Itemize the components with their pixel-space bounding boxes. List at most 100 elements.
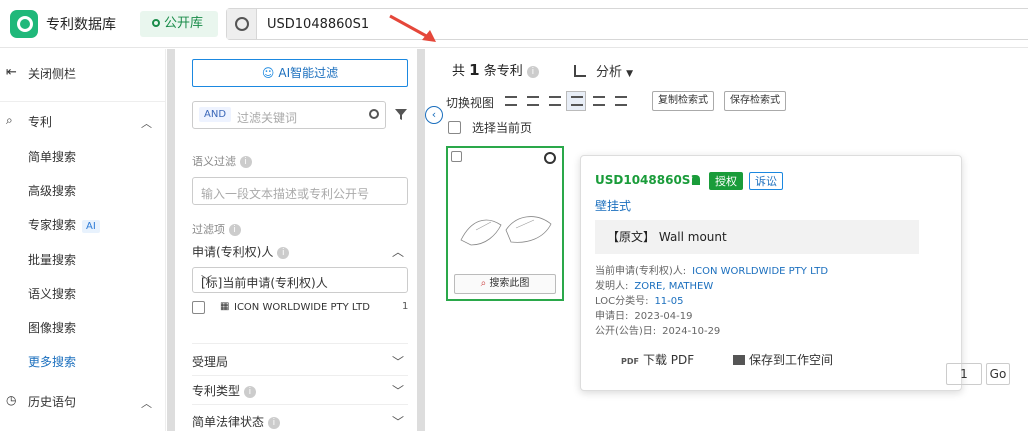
- publication-date-row: 公开(公告)日: 2024-10-29: [595, 326, 721, 337]
- result-checkbox[interactable]: [451, 151, 462, 162]
- sidebar-item-patent[interactable]: ⌕ 专利 ︿: [0, 113, 166, 133]
- library-button[interactable]: 公开库: [140, 11, 218, 37]
- analysis-label: 分析: [596, 65, 623, 80]
- sidebar-item-label: 专利: [28, 115, 53, 129]
- divider: [192, 404, 408, 405]
- zoom-icon[interactable]: [544, 152, 556, 164]
- sidebar-item-advanced-search[interactable]: 高级搜索: [0, 182, 166, 202]
- divider: [0, 101, 166, 102]
- filing-date-row: 申请日: 2023-04-19: [595, 311, 693, 322]
- folder-icon: [733, 355, 745, 365]
- compare-view-button[interactable]: [588, 91, 608, 111]
- grid-view-button[interactable]: [566, 91, 586, 111]
- sidebar-item-label: 专家搜索: [28, 218, 77, 232]
- ai-filter-button[interactable]: ☺ AI智能过滤: [192, 59, 408, 87]
- filter-panel: ☺ AI智能过滤 AND 过滤关键词 语义过滤 i 输入一段文本描述或专利公开号 …: [176, 49, 416, 431]
- result-count: 1: [469, 61, 480, 79]
- copy-query-button[interactable]: 复制检索式: [652, 91, 714, 111]
- office-group-header[interactable]: 受理局 ﹀: [192, 353, 408, 370]
- patent-number[interactable]: USD1048860S1: [595, 173, 699, 187]
- person-icon: [692, 175, 700, 185]
- applicant-count: 1: [402, 301, 409, 312]
- keyword-filter-input[interactable]: AND 过滤关键词: [192, 101, 386, 129]
- applicant-checkbox[interactable]: [192, 301, 205, 314]
- go-button[interactable]: Go: [986, 363, 1010, 385]
- results-panel: 共 1 条专利 i 分析 ▼ 切换视图 复制检索式 保存检索式 选择当前页 ⌕ …: [436, 49, 1028, 431]
- filter-items-label: 过滤项 i: [192, 221, 241, 237]
- list-view-button[interactable]: [500, 91, 520, 111]
- search-this-image-button[interactable]: ⌕ 搜索此图: [454, 274, 556, 294]
- save-workspace-button[interactable]: 保存到工作空间: [733, 351, 833, 368]
- patent-title[interactable]: 壁挂式: [595, 197, 631, 214]
- applicant-select[interactable]: [标]当前申请(专利权)人 ﹀: [192, 267, 408, 293]
- ai-badge: AI: [82, 220, 100, 233]
- applicant-row: 当前申请(专利权)人: ICON WORLDWIDE PTY LTD: [595, 266, 829, 277]
- loc-link[interactable]: 11-05: [654, 296, 683, 307]
- and-operator[interactable]: AND: [199, 107, 232, 122]
- applicant-link[interactable]: ICON WORLDWIDE PTY LTD: [692, 266, 828, 277]
- type-group-header[interactable]: 专利类型 i ﹀: [192, 382, 408, 399]
- top-bar: 专利数据库 公开库 USD1048860S1: [0, 0, 1028, 48]
- close-sidebar-button[interactable]: ⇤ 关闭侧栏: [0, 65, 166, 85]
- chevron-up-icon[interactable]: ︿: [141, 395, 152, 411]
- info-icon: i: [277, 247, 290, 259]
- inventor-row: 发明人: ZORE, MATHEW: [595, 281, 714, 292]
- app-title: 专利数据库: [46, 17, 116, 33]
- patent-drawing-image: [460, 216, 552, 246]
- detail-view-button[interactable]: [522, 91, 542, 111]
- chevron-down-icon[interactable]: ﹀: [392, 413, 404, 430]
- download-pdf-button[interactable]: PDF 下载 PDF: [621, 351, 694, 368]
- semantic-filter-input[interactable]: 输入一段文本描述或专利公开号: [192, 177, 408, 205]
- patent-search-icon: ⌕: [6, 113, 13, 127]
- pdf-icon: PDF: [621, 357, 639, 366]
- sidebar: ⇤ 关闭侧栏 ⌕ 专利 ︿ 简单搜索 高级搜索 专家搜索 AI 批量搜索 语义搜索…: [0, 49, 166, 431]
- chevron-up-icon[interactable]: ︿: [141, 115, 152, 131]
- sidebar-item-history[interactable]: ◷ 历史语句 ︿: [0, 393, 166, 413]
- logo-icon: [10, 10, 38, 38]
- chevron-down-icon[interactable]: ﹀: [392, 382, 404, 399]
- scrollbar[interactable]: [167, 49, 175, 431]
- legal-status-group-header[interactable]: 简单法律状态 i ﹀: [192, 413, 408, 430]
- info-icon: i: [228, 224, 241, 236]
- divider: [192, 343, 408, 344]
- select-page-checkbox[interactable]: [448, 121, 461, 134]
- robot-icon: ☺: [261, 66, 275, 80]
- sidebar-item-label: 历史语句: [28, 395, 77, 409]
- litigation-badge[interactable]: 诉讼: [749, 172, 783, 190]
- patent-detail-card: USD1048860S1 授权 诉讼 壁挂式 【原文】 Wall mount 当…: [580, 155, 962, 391]
- applicant-group-header[interactable]: 申请(专利权)人 i ︿: [192, 243, 408, 260]
- close-sidebar-label: 关闭侧栏: [28, 67, 77, 81]
- save-query-button[interactable]: 保存检索式: [724, 91, 786, 111]
- semantic-placeholder: 输入一段文本描述或专利公开号: [201, 187, 370, 201]
- patent-thumbnail[interactable]: ⌕ 搜索此图: [446, 146, 564, 301]
- search-this-label: 搜索此图: [489, 278, 530, 289]
- info-icon: i: [243, 386, 256, 398]
- chart-view-button[interactable]: [610, 91, 630, 111]
- divider: [192, 375, 408, 376]
- view-label: 切换视图: [446, 96, 495, 110]
- page-number-input[interactable]: 1: [946, 363, 982, 385]
- image-view-button[interactable]: [544, 91, 564, 111]
- info-icon: i: [239, 156, 252, 168]
- sidebar-item-semantic-search[interactable]: 语义搜索: [0, 285, 166, 305]
- search-input[interactable]: USD1048860S1: [226, 8, 1028, 40]
- applicant-name[interactable]: ICON WORLDWIDE PTY LTD: [216, 299, 386, 317]
- globe-icon[interactable]: [227, 9, 257, 39]
- scrollbar[interactable]: [417, 49, 425, 431]
- library-icon: [152, 19, 160, 27]
- info-icon: i: [526, 66, 539, 78]
- chevron-up-icon[interactable]: ︿: [392, 243, 404, 260]
- sidebar-item-batch-search[interactable]: 批量搜索: [0, 251, 166, 271]
- search-query[interactable]: USD1048860S1: [267, 17, 369, 32]
- sidebar-item-expert-search[interactable]: 专家搜索 AI: [0, 216, 166, 236]
- inventor-link[interactable]: ZORE, MATHEW: [634, 281, 713, 292]
- chevron-down-icon[interactable]: ﹀: [392, 353, 404, 370]
- sidebar-item-image-search[interactable]: 图像搜索: [0, 319, 166, 339]
- analysis-button[interactable]: 分析 ▼: [574, 61, 633, 80]
- sidebar-item-more-search[interactable]: 更多搜索: [0, 353, 166, 373]
- red-arrow-icon: [389, 14, 436, 42]
- result-total: 共 1 条专利 i: [452, 60, 539, 79]
- filter-icon[interactable]: [394, 107, 408, 121]
- search-icon[interactable]: [369, 109, 379, 119]
- sidebar-item-simple-search[interactable]: 简单搜索: [0, 148, 166, 168]
